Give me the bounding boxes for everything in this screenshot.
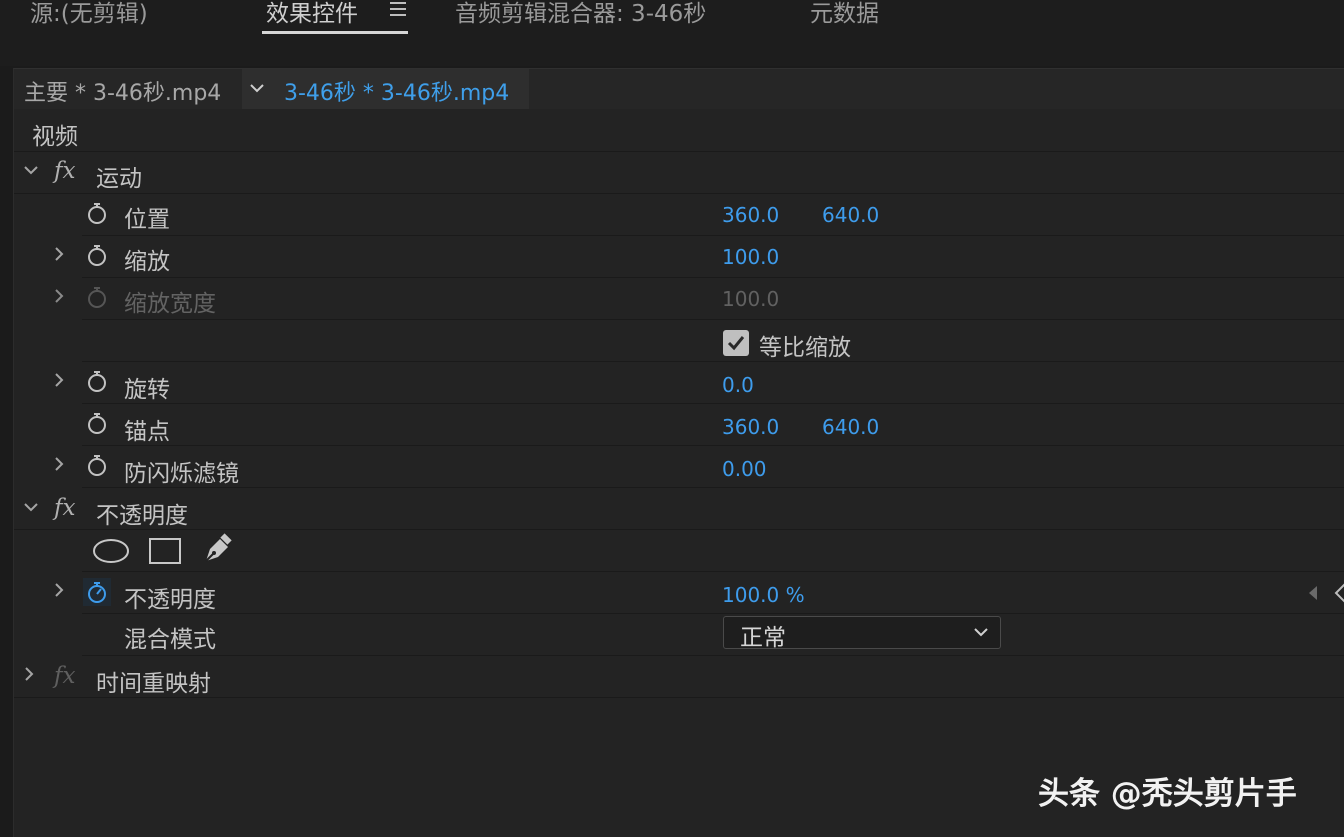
active-tab-underline: [262, 31, 408, 34]
time-remap-label: 时间重映射: [96, 671, 211, 697]
motion-label: 运动: [96, 166, 142, 192]
chevron-down-icon: [974, 628, 988, 637]
opacity-effect-label: 不透明度: [96, 503, 188, 529]
rectangle-mask-icon[interactable]: [148, 537, 182, 565]
panel-menu-icon[interactable]: [390, 2, 406, 20]
time-remap-effect-row[interactable]: fx 时间重映射: [14, 656, 1344, 698]
pen-mask-icon[interactable]: [200, 533, 234, 567]
rotation-label: 旋转: [124, 377, 170, 403]
scale-width-label: 缩放宽度: [124, 291, 216, 317]
chevron-right-icon[interactable]: [22, 664, 36, 689]
add-keyframe-icon[interactable]: [1334, 582, 1344, 604]
blend-mode-dropdown[interactable]: 正常: [723, 616, 1001, 651]
opacity-row: 不透明度 100.0 %: [55, 572, 1344, 614]
stopwatch-icon[interactable]: [86, 202, 108, 224]
position-label: 位置: [124, 207, 170, 233]
blend-mode-value: 正常: [740, 625, 786, 651]
tab-effect-controls[interactable]: 效果控件: [266, 0, 358, 28]
anti-flicker-row: 防闪烁滤镜 0.00: [55, 446, 1344, 488]
stopwatch-icon[interactable]: [86, 370, 108, 392]
rotation-row: 旋转 0.0: [55, 362, 1344, 404]
effect-controls-panel: 主要 * 3-46秒.mp4 3-46秒 * 3-46秒.mp4 视频 fx 运…: [13, 68, 1344, 837]
anchor-point-y-value[interactable]: 640.0: [822, 415, 879, 439]
mask-tools-row: [82, 530, 1344, 572]
chevron-right-icon[interactable]: [52, 370, 66, 395]
stopwatch-active-icon[interactable]: [83, 578, 111, 606]
chevron-right-icon[interactable]: [52, 244, 66, 269]
chevron-right-icon[interactable]: [52, 286, 66, 311]
opacity-value[interactable]: 100.0 %: [722, 583, 805, 607]
watermark-text: 头条 @秃头剪片手: [1038, 776, 1297, 812]
anchor-point-label: 锚点: [124, 419, 170, 445]
video-section-label: 视频: [32, 124, 78, 150]
scale-width-row: 缩放宽度 100.0: [55, 278, 1344, 320]
position-x-value[interactable]: 360.0: [722, 203, 779, 227]
stopwatch-icon[interactable]: [86, 244, 108, 266]
panel-tab-strip: 源:(无剪辑) 效果控件 音频剪辑混合器: 3-46秒 元数据: [0, 0, 1344, 66]
uniform-scale-checkbox[interactable]: [723, 330, 749, 356]
sequence-clip-tab[interactable]: 3-46秒 * 3-46秒.mp4: [242, 69, 529, 109]
tab-metadata[interactable]: 元数据: [810, 0, 879, 28]
previous-keyframe-icon[interactable]: [1307, 584, 1319, 602]
scale-row: 缩放 100.0: [55, 236, 1344, 278]
scale-value[interactable]: 100.0: [722, 245, 779, 269]
tab-source[interactable]: 源:(无剪辑): [30, 0, 148, 28]
position-y-value[interactable]: 640.0: [822, 203, 879, 227]
fx-toggle-icon[interactable]: fx: [54, 495, 75, 521]
opacity-effect-row[interactable]: fx 不透明度: [14, 488, 1344, 530]
anchor-point-x-value[interactable]: 360.0: [722, 415, 779, 439]
video-section-header: 视频: [14, 110, 1344, 152]
fx-toggle-icon[interactable]: fx: [54, 158, 75, 184]
clip-selector-bar: 主要 * 3-46秒.mp4 3-46秒 * 3-46秒.mp4: [14, 69, 1344, 109]
stopwatch-icon[interactable]: [86, 412, 108, 434]
chevron-down-icon[interactable]: [22, 497, 40, 522]
fx-toggle-icon: fx: [54, 663, 76, 689]
blend-mode-label: 混合模式: [124, 627, 216, 653]
master-clip-label[interactable]: 主要 * 3-46秒.mp4: [24, 75, 221, 107]
rotation-value[interactable]: 0.0: [722, 373, 754, 397]
stopwatch-icon[interactable]: [86, 454, 108, 476]
uniform-scale-row: 等比缩放: [82, 320, 1344, 362]
blend-mode-row: 混合模式 正常: [82, 614, 1344, 656]
stopwatch-icon: [88, 287, 106, 308]
anti-flicker-label: 防闪烁滤镜: [124, 461, 239, 487]
chevron-down-icon[interactable]: [248, 76, 266, 105]
scale-label: 缩放: [124, 249, 170, 275]
uniform-scale-label: 等比缩放: [759, 335, 851, 361]
chevron-right-icon[interactable]: [52, 580, 66, 605]
opacity-label: 不透明度: [124, 587, 216, 613]
anti-flicker-value[interactable]: 0.00: [722, 457, 767, 481]
scale-width-value: 100.0: [722, 287, 780, 311]
anchor-point-row: 锚点 360.0 640.0: [82, 404, 1344, 446]
ellipse-mask-icon[interactable]: [92, 538, 130, 564]
chevron-right-icon[interactable]: [52, 454, 66, 479]
tab-audio-clip-mixer[interactable]: 音频剪辑混合器: 3-46秒: [455, 0, 706, 28]
motion-effect-row[interactable]: fx 运动: [14, 152, 1344, 194]
chevron-down-icon[interactable]: [22, 160, 40, 185]
position-row: 位置 360.0 640.0: [82, 194, 1344, 236]
sequence-clip-name: 3-46秒 * 3-46秒.mp4: [284, 81, 510, 106]
